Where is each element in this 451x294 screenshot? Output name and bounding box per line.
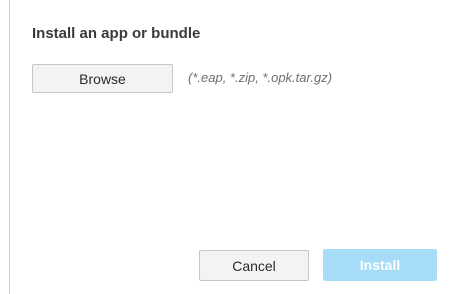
file-types-hint: (*.eap, *.zip, *.opk.tar.gz) bbox=[188, 70, 333, 85]
install-button-label: Install bbox=[359, 257, 401, 273]
browse-button[interactable]: Browse bbox=[32, 64, 173, 93]
cancel-button[interactable]: Cancel bbox=[199, 250, 309, 281]
install-button[interactable]: Install bbox=[323, 249, 437, 281]
dialog-title: Install an app or bundle bbox=[32, 25, 201, 42]
cancel-button-label: Cancel bbox=[232, 257, 276, 274]
browse-button-label: Browse bbox=[79, 70, 126, 87]
install-app-dialog: Install an app or bundle Browse (*.eap, … bbox=[9, 0, 451, 294]
